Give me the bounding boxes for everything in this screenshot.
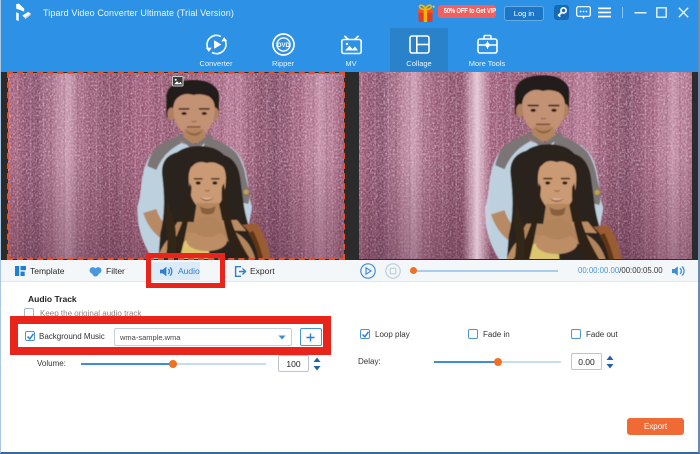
svg-text:DVD: DVD xyxy=(277,43,290,49)
